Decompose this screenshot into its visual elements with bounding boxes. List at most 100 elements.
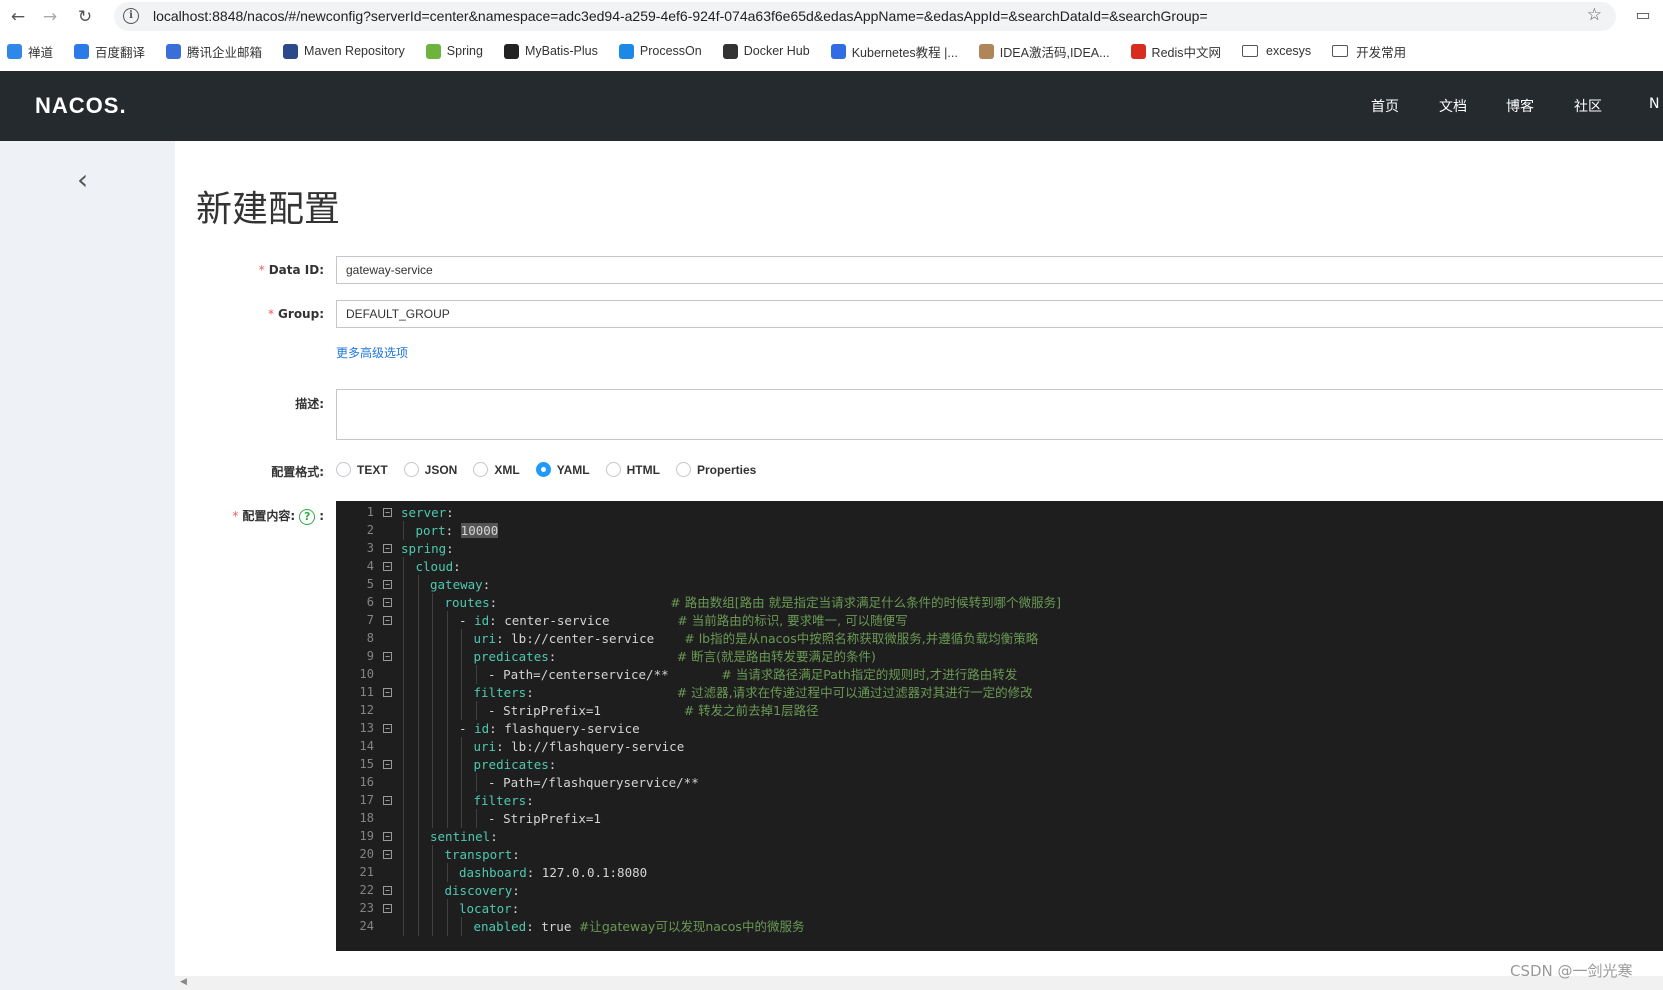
reload-icon[interactable]: ↻	[73, 5, 97, 29]
app-header: NACOS. 首页 文档 博客 社区 N	[0, 71, 1663, 141]
line-number: 21	[359, 865, 374, 879]
format-radio-text[interactable]: TEXT	[336, 462, 388, 477]
format-radio-xml[interactable]: XML	[473, 462, 520, 477]
line-number: 20	[359, 847, 374, 861]
line-number: 7	[366, 613, 374, 627]
line-number: 14	[359, 739, 374, 753]
bookmark-favicon-icon	[618, 43, 634, 59]
nav-home[interactable]: 首页	[1371, 96, 1399, 116]
nav-docs[interactable]: 文档	[1439, 96, 1467, 116]
format-radio-yaml[interactable]: YAML	[535, 462, 590, 477]
radio-circle-icon[interactable]	[535, 462, 551, 477]
nacos-logo[interactable]: NACOS.	[35, 93, 127, 119]
yaml-comment: # 断言(就是路由转发要满足的条件)	[676, 649, 876, 664]
yaml-key: spring	[401, 541, 447, 556]
scroll-left-icon[interactable]: ◀	[180, 977, 187, 987]
fold-toggle-icon[interactable]: −	[383, 760, 392, 769]
folder-icon	[1332, 45, 1349, 57]
bookmark-item[interactable]: 腾讯企业邮箱	[166, 42, 262, 61]
fold-toggle-icon[interactable]: −	[383, 724, 392, 733]
fold-toggle-icon[interactable]: −	[383, 562, 392, 571]
url-text[interactable]: localhost:8848/nacos/#/newconfig?serverI…	[153, 8, 1208, 24]
site-info-icon[interactable]: i	[123, 8, 139, 24]
nav-blog[interactable]: 博客	[1506, 96, 1534, 116]
bookmark-favicon-icon	[166, 43, 182, 59]
radio-circle-icon[interactable]	[605, 462, 621, 477]
yaml-comment: # 路由数组[路由 就是指定当请求满足什么条件的时候转到哪个微服务]	[670, 595, 1061, 610]
extensions-icon[interactable]: ▭	[1632, 5, 1654, 27]
code-line: 2 port: 10000	[336, 521, 1663, 540]
bookmark-item[interactable]: IDEA激活码,IDEA...	[978, 42, 1110, 61]
indent-guide	[432, 629, 433, 648]
fold-toggle-icon[interactable]: −	[383, 796, 392, 805]
fold-toggle-icon[interactable]: −	[383, 616, 392, 625]
fold-toggle-icon[interactable]: −	[383, 508, 392, 517]
format-radio-label: XML	[494, 462, 520, 477]
code-editor[interactable]: 1− server: 2 port: 10000 3− spring: 4− cloud: 5−…	[336, 501, 1663, 951]
indent-guide	[432, 683, 433, 702]
indent-guide	[403, 881, 404, 900]
more-options-link[interactable]: 更多高级选项	[336, 344, 408, 361]
chevron-left-icon[interactable]: ‹	[77, 163, 88, 196]
content-label: * 配置内容:?:	[232, 509, 324, 525]
fold-toggle-icon[interactable]: −	[383, 850, 392, 859]
format-radio-properties[interactable]: Properties	[675, 462, 756, 477]
yaml-colon: :	[526, 793, 534, 808]
yaml-key: discovery	[444, 883, 513, 898]
indent-guide	[446, 719, 448, 738]
line-number: 18	[359, 811, 374, 825]
radio-circle-icon[interactable]	[336, 462, 351, 477]
back-arrow-icon[interactable]: ←	[6, 5, 30, 29]
fold-toggle-icon[interactable]: −	[383, 886, 392, 895]
fold-toggle-icon[interactable]: −	[383, 598, 392, 607]
indent-guide	[461, 791, 462, 810]
bookmark-item[interactable]: Maven Repository	[283, 43, 405, 59]
bookmark-star-icon[interactable]: ☆	[1587, 5, 1602, 25]
code-line: 3− spring:	[336, 539, 1663, 558]
bookmark-item[interactable]: Redis中文网	[1130, 42, 1221, 61]
line-number: 6	[366, 595, 374, 609]
data-id-input[interactable]: gateway-service	[336, 256, 1663, 284]
bookmark-item[interactable]: Kubernetes教程 |...	[830, 42, 958, 61]
format-radio-json[interactable]: JSON	[403, 462, 457, 477]
fold-toggle-icon[interactable]: −	[383, 652, 392, 661]
indent-guide	[417, 773, 419, 792]
line-number: 5	[366, 577, 374, 591]
yaml-key: filters	[473, 685, 527, 700]
indent-guide	[403, 863, 404, 882]
description-textarea[interactable]	[336, 389, 1663, 440]
nav-more[interactable]: N	[1649, 96, 1659, 112]
radio-circle-icon[interactable]	[473, 462, 489, 477]
fold-toggle-icon[interactable]: −	[383, 904, 392, 913]
group-label: * Group:	[268, 307, 324, 321]
bookmark-item[interactable]: MyBatis-Plus	[503, 43, 598, 59]
indent-guide	[432, 719, 433, 738]
format-radio-html[interactable]: HTML	[605, 462, 660, 477]
yaml-key: predicates	[473, 757, 549, 772]
nav-community[interactable]: 社区	[1574, 96, 1602, 116]
bookmark-item[interactable]: 百度翻译	[74, 42, 145, 61]
fold-toggle-icon[interactable]: −	[383, 832, 392, 841]
fold-toggle-icon[interactable]: −	[383, 688, 392, 697]
fold-toggle-icon[interactable]: −	[383, 544, 392, 553]
horizontal-scrollbar[interactable]: ◀	[175, 976, 1663, 990]
code-text: - id: flashquery-service	[459, 719, 640, 738]
bookmark-item[interactable]: 开发常用	[1332, 42, 1406, 61]
group-input[interactable]: DEFAULT_GROUP	[336, 300, 1663, 328]
bookmark-item[interactable]: Docker Hub	[722, 43, 810, 59]
help-icon[interactable]: ?	[299, 509, 316, 525]
indent-guide	[403, 917, 404, 936]
fold-toggle-icon[interactable]: −	[383, 580, 392, 589]
forward-arrow-icon[interactable]: →	[38, 5, 62, 29]
bookmark-item[interactable]: ProcessOn	[618, 43, 702, 59]
radio-circle-icon[interactable]	[403, 462, 419, 477]
bookmark-item[interactable]: 禅道	[7, 42, 53, 61]
radio-circle-icon[interactable]	[675, 462, 691, 477]
bookmark-item[interactable]: excesys	[1242, 44, 1311, 58]
address-bar[interactable]: i localhost:8848/nacos/#/newconfig?serve…	[114, 2, 1616, 31]
yaml-key: uri	[473, 631, 497, 646]
bookmark-item[interactable]: Spring	[425, 43, 483, 59]
yaml-key: sentinel	[430, 829, 491, 844]
yaml-dash: -	[488, 811, 504, 826]
indent-guide	[417, 791, 419, 810]
